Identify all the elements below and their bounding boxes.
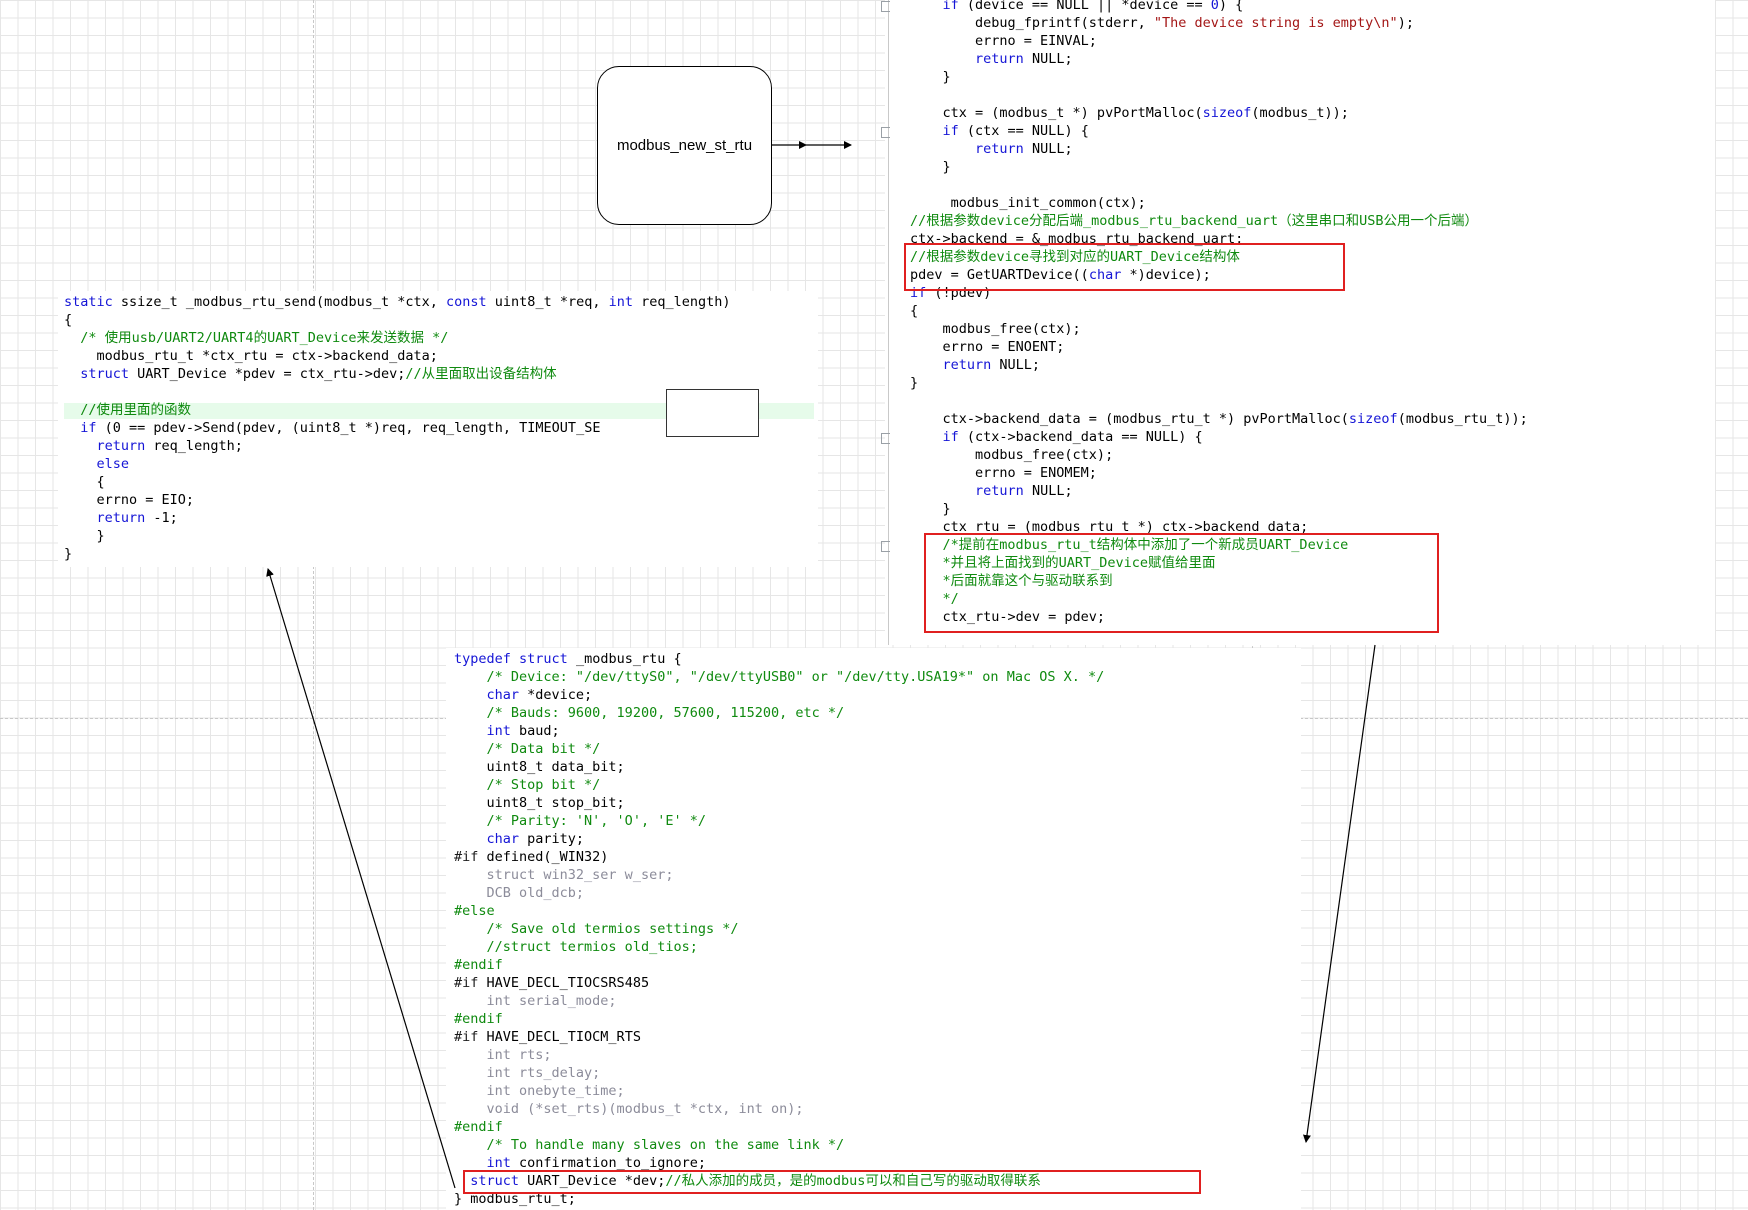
- connector-layer: [266, 141, 1376, 1189]
- connector-arrow-to-send: [266, 568, 456, 1189]
- connector-arrow-to-struct: [1303, 644, 1376, 1143]
